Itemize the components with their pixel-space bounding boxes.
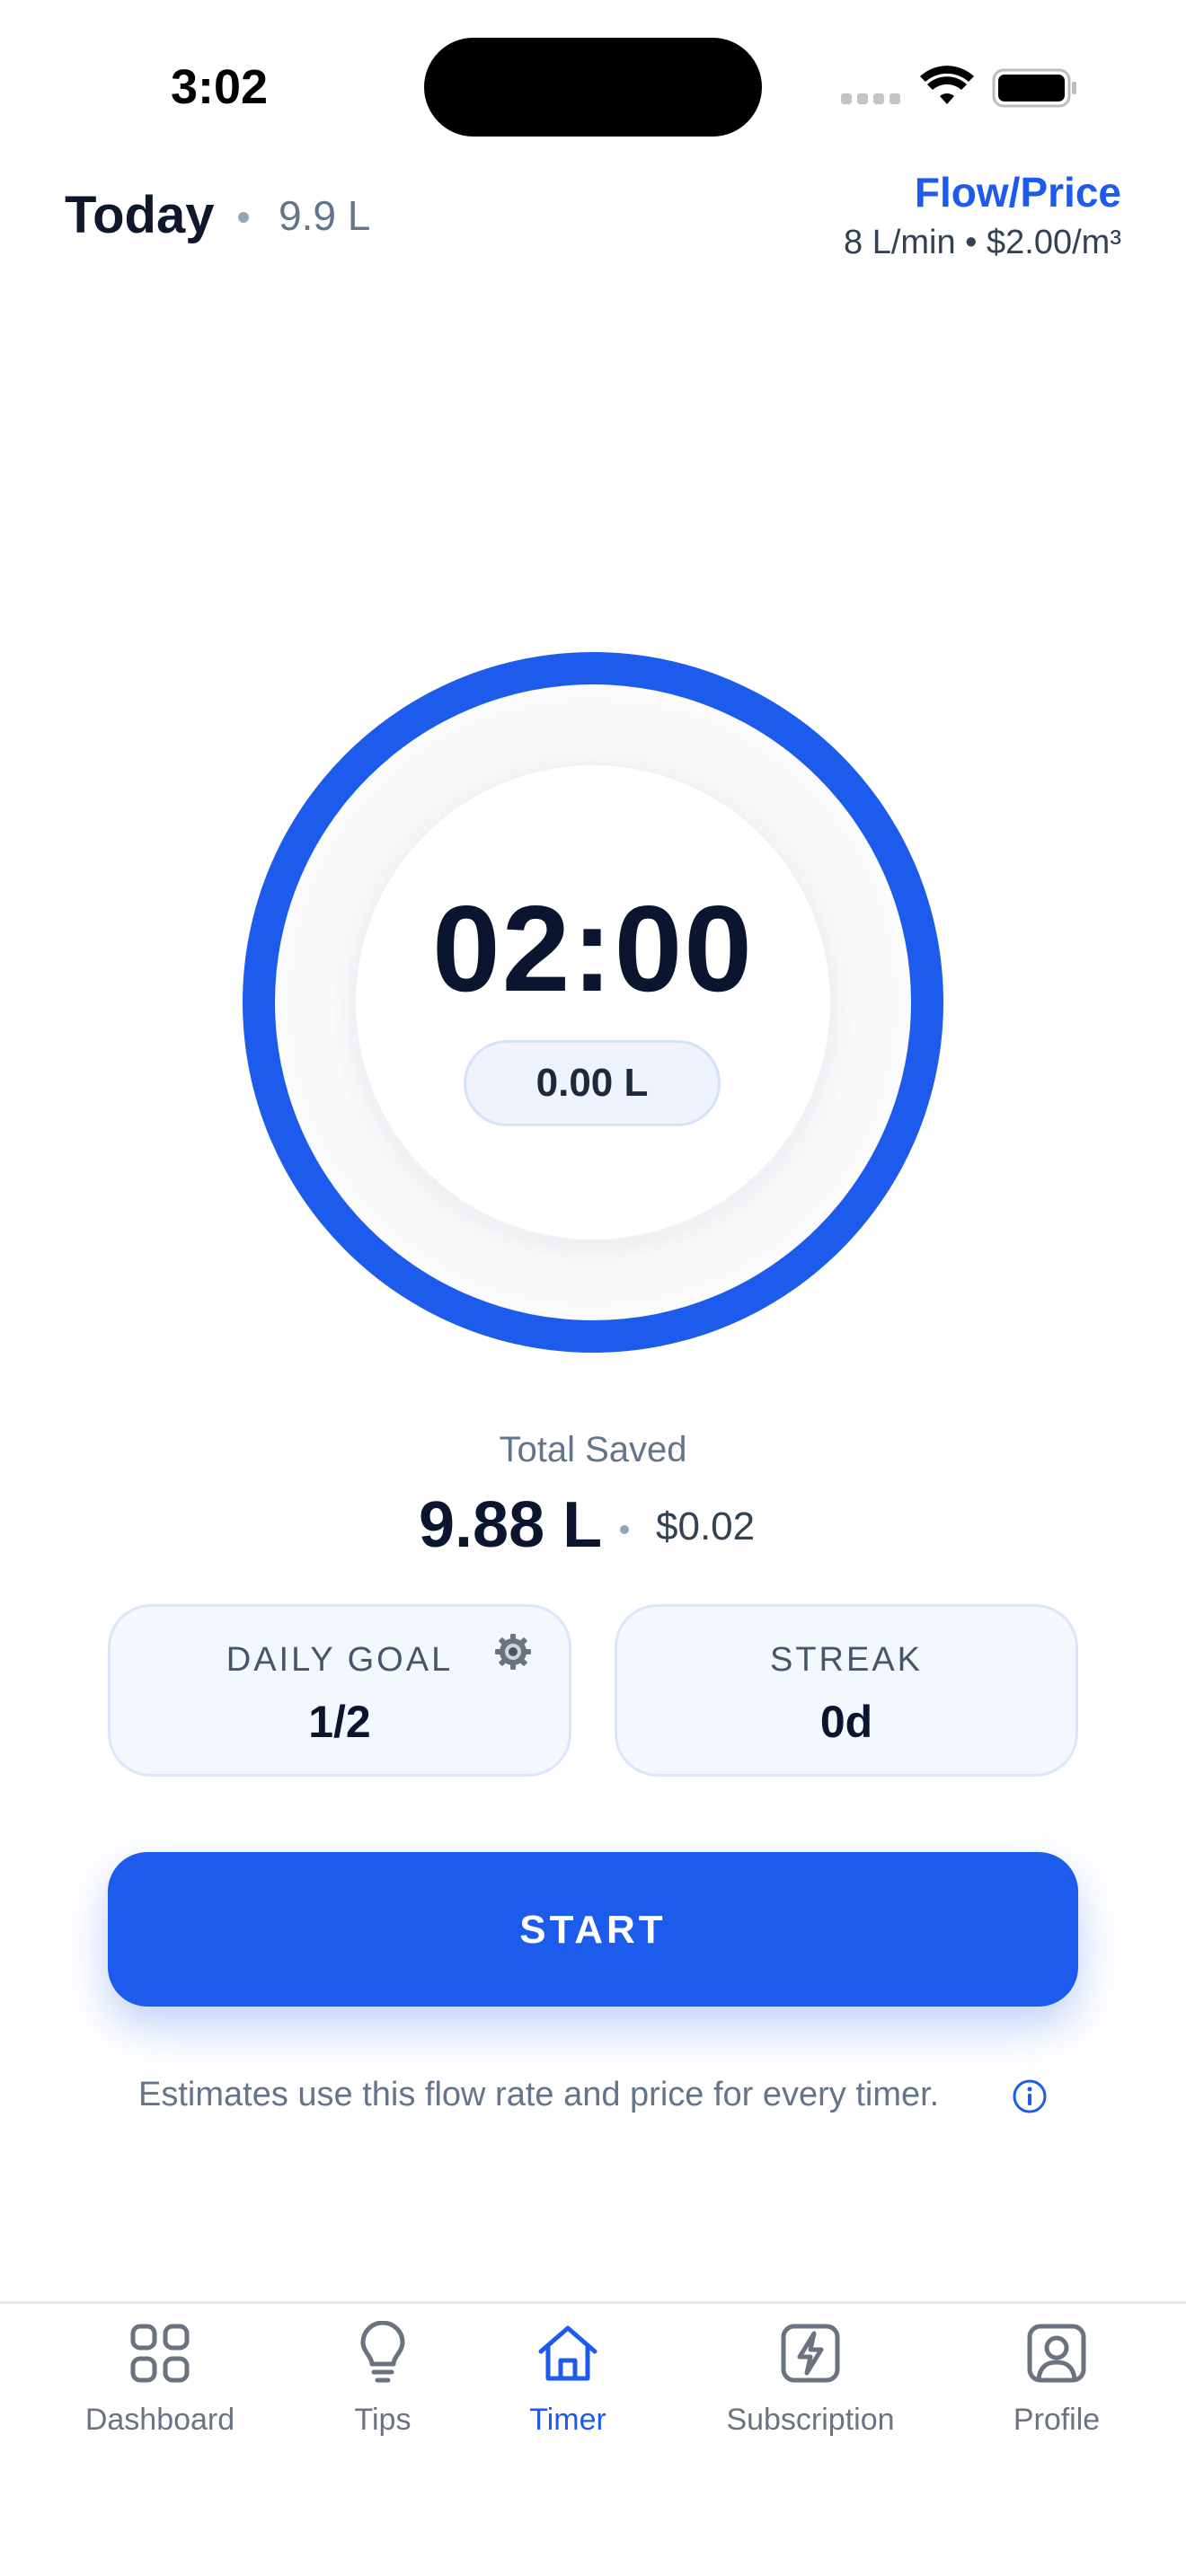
total-saved-label: Total Saved — [499, 1430, 687, 1469]
tab-bar-divider — [0, 2301, 1186, 2304]
total-saved-liters: 9.88 L — [419, 1489, 603, 1561]
cellular-signal-icon — [841, 93, 900, 104]
battery-icon — [992, 68, 1076, 108]
tab-timer[interactable]: Timer — [487, 2321, 649, 2456]
liters-used-badge: 0.00 L — [464, 1040, 721, 1126]
separator-dot — [238, 212, 249, 223]
tab-label: Tips — [354, 2403, 412, 2437]
tab-tips[interactable]: Tips — [302, 2321, 464, 2456]
wifi-icon — [920, 66, 974, 104]
start-button[interactable]: START — [108, 1852, 1078, 2007]
tab-dashboard[interactable]: Dashboard — [54, 2321, 266, 2456]
home-icon — [538, 2325, 597, 2381]
today-usage-value: 9.9 L — [279, 192, 371, 239]
lightning-icon — [781, 2324, 840, 2383]
streak-value: 0d — [819, 1697, 873, 1747]
gear-icon[interactable] — [493, 1632, 533, 1672]
tab-label: Timer — [529, 2403, 606, 2437]
tab-profile[interactable]: Profile — [976, 2321, 1137, 2456]
estimate-note: Estimates use this flow rate and price f… — [138, 2076, 940, 2113]
daily-goal-value: 1/2 — [308, 1697, 371, 1747]
tab-label: Subscription — [726, 2403, 895, 2437]
streak-card: STREAK 0d — [615, 1604, 1078, 1777]
flow-price-summary: 8 L/min • $2.00/m³ — [844, 224, 1121, 261]
info-icon[interactable] — [1012, 2078, 1048, 2114]
timer-countdown: 02:00 — [432, 880, 754, 1017]
tab-label: Dashboard — [84, 2403, 235, 2437]
daily-goal-card[interactable]: DAILY GOAL 1/2 — [108, 1604, 571, 1777]
dynamic-island — [424, 38, 762, 137]
today-label: Today — [65, 186, 215, 244]
tab-subscription[interactable]: Subscription — [701, 2321, 920, 2456]
tab-label: Profile — [1013, 2403, 1101, 2437]
status-time: 3:02 — [171, 60, 269, 114]
flow-price-link[interactable]: Flow/Price — [915, 165, 1121, 219]
lightbulb-icon — [360, 2321, 405, 2383]
streak-title: STREAK — [769, 1641, 924, 1679]
total-saved-money: $0.02 — [656, 1504, 756, 1548]
grid-icon — [130, 2324, 190, 2383]
separator-dot — [620, 1525, 629, 1534]
profile-icon — [1027, 2324, 1086, 2383]
